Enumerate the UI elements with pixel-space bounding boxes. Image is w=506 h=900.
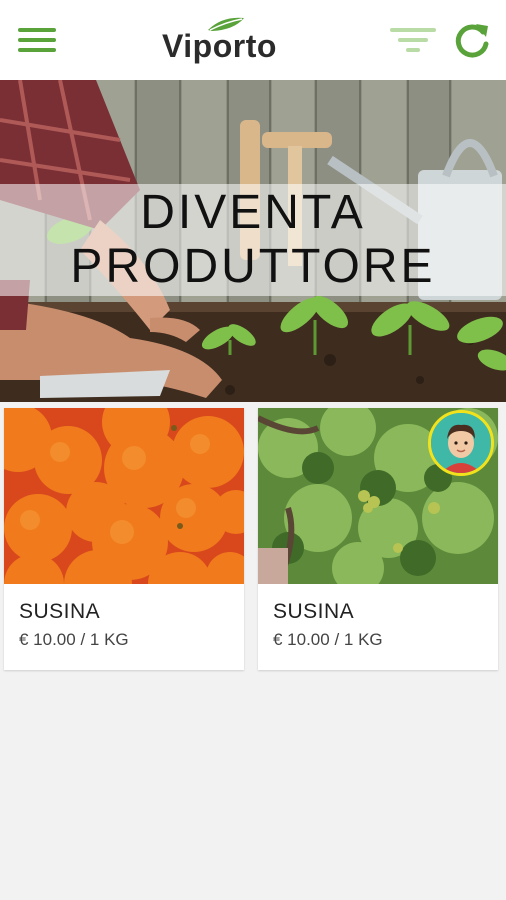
banner-title-line2: PRODUTTORE <box>70 240 436 293</box>
app-header: Viporto <box>0 0 506 80</box>
menu-button[interactable] <box>14 22 60 60</box>
product-price: € 10.00 / 1 KG <box>19 630 129 649</box>
producer-avatar[interactable] <box>428 410 494 476</box>
product-image-fruit-tree <box>258 408 498 584</box>
banner-title: DIVENTA PRODUTTORE <box>0 186 506 294</box>
logo-text: Viporto <box>162 28 277 64</box>
product-name: SUSINA <box>273 600 355 623</box>
filter-icon <box>390 28 436 52</box>
filter-button[interactable] <box>388 22 438 60</box>
product-image-oranges <box>4 408 244 584</box>
product-card[interactable]: SUSINA € 10.00 / 1 KG <box>4 408 244 670</box>
product-name: SUSINA <box>19 600 101 623</box>
become-producer-banner[interactable]: DIVENTA PRODUTTORE <box>0 80 506 402</box>
refresh-icon <box>455 24 489 58</box>
product-card[interactable]: SUSINA € 10.00 / 1 KG <box>258 408 498 670</box>
product-price: € 10.00 / 1 KG <box>273 630 383 649</box>
banner-title-line1: DIVENTA <box>140 186 366 239</box>
avatar-icon <box>431 413 491 473</box>
app-logo: Viporto <box>162 14 308 68</box>
refresh-button[interactable] <box>450 20 494 64</box>
